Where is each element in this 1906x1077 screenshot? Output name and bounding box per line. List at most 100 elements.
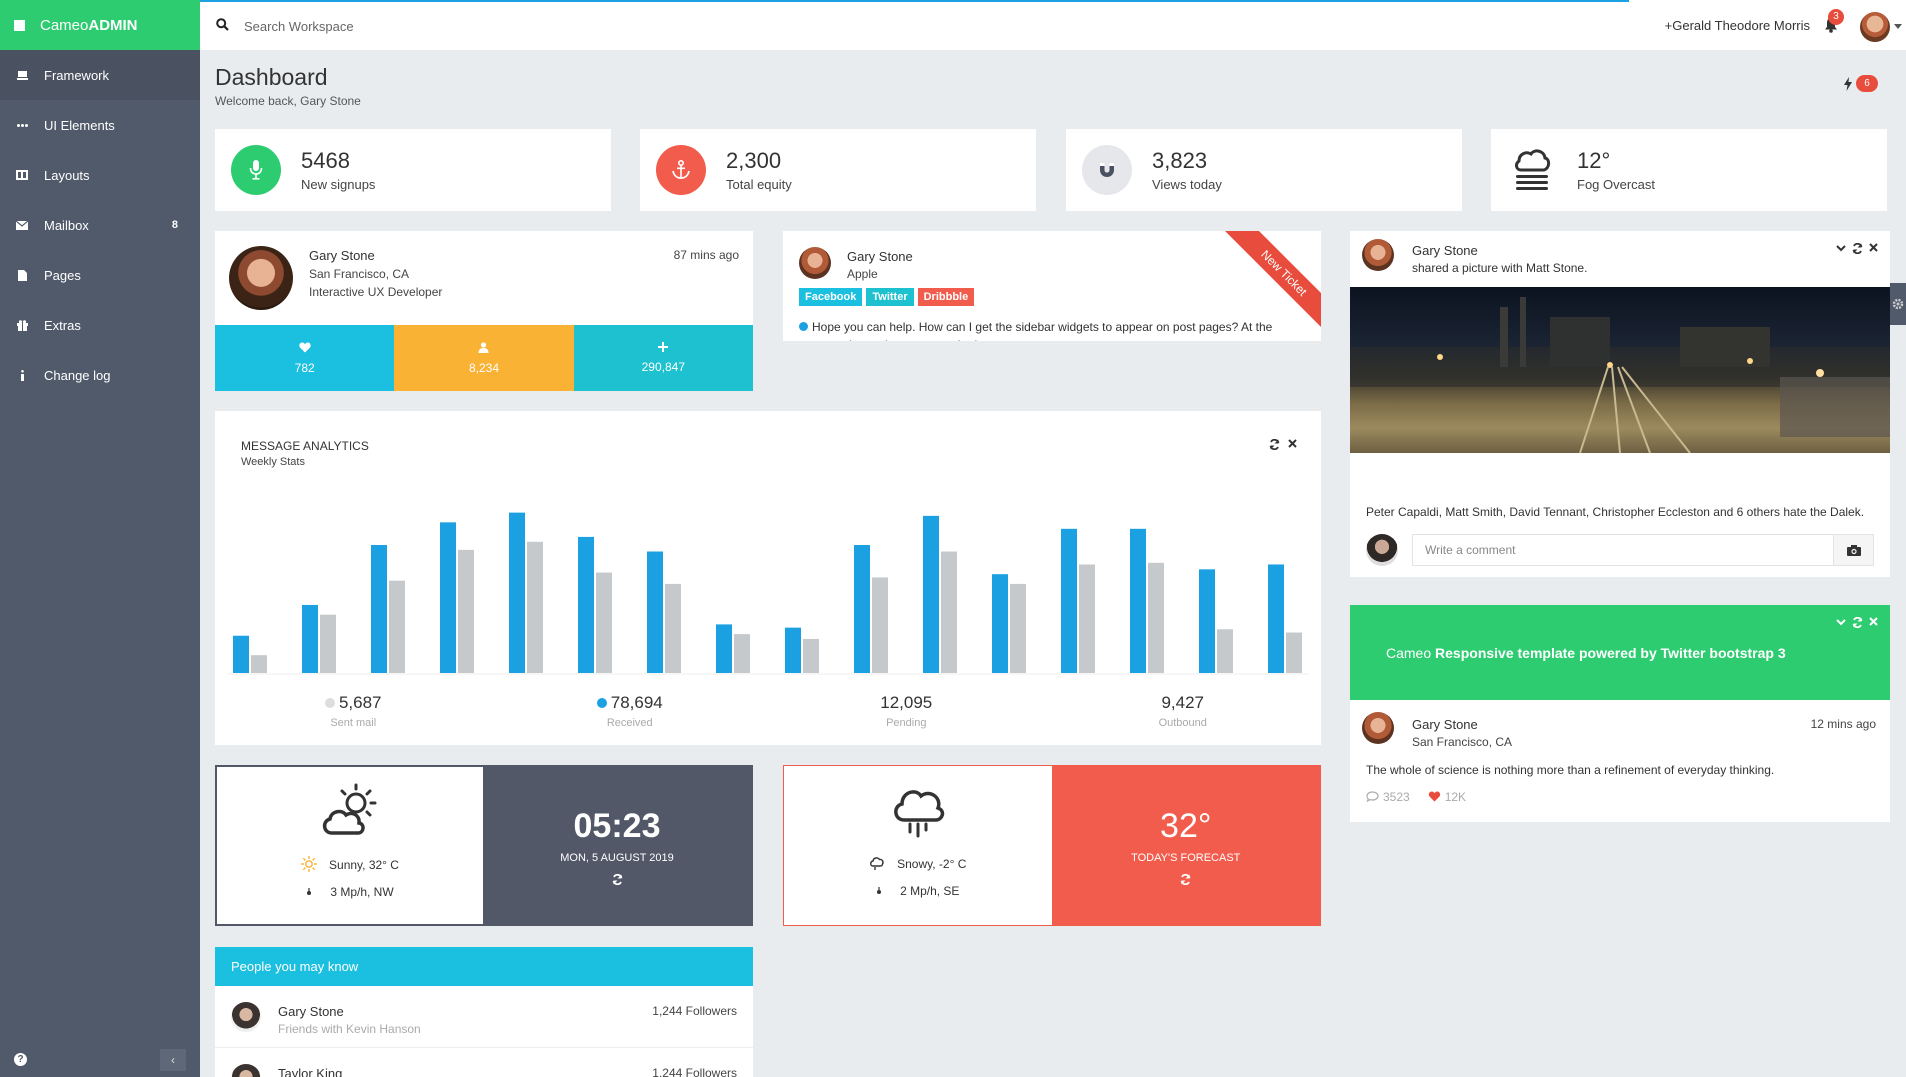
- search-input[interactable]: [244, 14, 544, 38]
- sidebar-item-layouts[interactable]: Layouts: [0, 150, 200, 200]
- stat-value: 3,823: [1152, 148, 1208, 173]
- file-icon: [16, 269, 28, 281]
- people-you-may-know-card: People you may know Gary Stone Friends w…: [215, 947, 753, 1077]
- sidebar-item-framework[interactable]: Framework: [0, 50, 200, 100]
- help-icon[interactable]: ?: [14, 1053, 27, 1066]
- list-item[interactable]: Gary Stone Friends with Kevin Hanson 1,2…: [215, 986, 753, 1048]
- settings-gear-icon[interactable]: [1890, 283, 1906, 325]
- weather-clock-card: Sunny, 32° C 3 Mp/h, NW 05:23 MON, 5 AUG…: [215, 765, 753, 926]
- partly-sunny-icon: [217, 781, 483, 846]
- likes-value: 12K: [1444, 790, 1467, 804]
- refresh-icon[interactable]: [612, 873, 623, 885]
- stat-card-equity: 2,300 Total equity: [640, 129, 1036, 211]
- profile-name[interactable]: Gary Stone: [309, 248, 375, 263]
- person-sub: Friends with Kevin Hanson: [278, 1022, 421, 1036]
- likes-count[interactable]: 12K: [1428, 790, 1466, 804]
- profile-stats: 782 8,234 290,847: [215, 325, 753, 391]
- sidebar-item-ui-elements[interactable]: UI Elements: [0, 100, 200, 150]
- photo-post-card: Gary Stone shared a picture with Matt St…: [1350, 231, 1890, 577]
- weather-condition-text: Snowy, -2° C: [897, 857, 967, 871]
- sidebar-item-mailbox[interactable]: Mailbox 8: [0, 200, 200, 250]
- logo-square-icon: [14, 19, 25, 31]
- chart-bar-series0-8: [785, 627, 801, 673]
- wind-icon: [307, 888, 312, 895]
- user-icon: [478, 341, 489, 353]
- summary-outbound: 9,427 Outbound: [1045, 676, 1322, 745]
- person-name[interactable]: Taylor King: [278, 1066, 342, 1077]
- refresh-icon[interactable]: [1180, 873, 1191, 885]
- user-avatar[interactable]: [1860, 12, 1890, 42]
- camera-button[interactable]: [1834, 534, 1874, 566]
- sidebar-item-pages[interactable]: Pages: [0, 250, 200, 300]
- comment-input[interactable]: [1412, 534, 1834, 566]
- forecast-panel: 32° TODAY'S FORECAST: [1051, 766, 1320, 925]
- close-icon[interactable]: [1869, 243, 1878, 252]
- post-photo[interactable]: [1350, 287, 1890, 453]
- sidebar-item-label: Pages: [44, 267, 81, 283]
- quote-author[interactable]: Gary Stone: [1412, 717, 1478, 732]
- quote-avatar[interactable]: [1362, 712, 1394, 744]
- followers-value: 8,234: [468, 360, 499, 375]
- microphone-icon: [231, 145, 281, 195]
- summary-sent: 5,687 Sent mail: [215, 676, 492, 745]
- forecast-label: TODAY'S FORECAST: [1131, 851, 1241, 864]
- sidebar-item-change-log[interactable]: Change log: [0, 350, 200, 400]
- views-value: 290,847: [641, 360, 686, 374]
- avatar[interactable]: [231, 1064, 261, 1077]
- likes-stat[interactable]: 782: [215, 325, 395, 391]
- chevron-down-icon[interactable]: [1894, 24, 1902, 29]
- profile-avatar[interactable]: [229, 246, 293, 310]
- avatar[interactable]: [231, 1002, 261, 1032]
- anchor-icon: [656, 145, 706, 195]
- brand-prefix: Cameo: [40, 16, 89, 34]
- chart-bar-series0-2: [371, 545, 387, 673]
- search-icon: [216, 18, 229, 31]
- close-icon[interactable]: [1869, 617, 1878, 626]
- summary-label: Received: [606, 716, 653, 729]
- followers-stat[interactable]: 8,234: [394, 325, 574, 391]
- wind-icon: [877, 887, 882, 894]
- chart-bar-series0-10: [923, 515, 939, 673]
- chevron-down-icon[interactable]: [1836, 243, 1846, 253]
- post-author[interactable]: Gary Stone: [1412, 243, 1478, 258]
- tag-facebook[interactable]: Facebook: [799, 288, 863, 306]
- tag-twitter[interactable]: Twitter: [866, 288, 914, 306]
- laptop-icon: [16, 69, 28, 81]
- quote-location: San Francisco, CA: [1412, 735, 1513, 749]
- likes-value: 782: [294, 360, 315, 375]
- collapse-sidebar-button[interactable]: ‹: [160, 1049, 186, 1071]
- sun-icon: [301, 856, 318, 872]
- ticket-message: Hope you can help. How can I get the sid…: [799, 318, 1309, 341]
- sidebar-item-label: Change log: [44, 367, 111, 383]
- stat-card-weather: 12° Fog Overcast: [1491, 129, 1887, 211]
- views-stat[interactable]: 290,847: [573, 325, 753, 391]
- comment-row: [1366, 534, 1874, 566]
- post-avatar[interactable]: [1362, 239, 1394, 271]
- brand-logo[interactable]: Cameo ADMIN: [0, 0, 200, 50]
- list-item[interactable]: Taylor King 1,244 Followers: [215, 1048, 753, 1077]
- mailbox-count-badge: 8: [171, 219, 178, 231]
- ticket-avatar[interactable]: [799, 247, 831, 279]
- comment-icon: [1366, 791, 1379, 803]
- refresh-icon[interactable]: [1852, 617, 1863, 628]
- notification-badge: 3: [1828, 9, 1844, 25]
- refresh-icon[interactable]: [1852, 243, 1863, 254]
- quote-post-card: Gary Stone San Francisco, CA 12 mins ago…: [1350, 700, 1890, 822]
- promo-text: Cameo Responsive template powered by Twi…: [1386, 645, 1786, 661]
- sidebar-item-extras[interactable]: Extras: [0, 300, 200, 350]
- top-user-name[interactable]: +Gerald Theodore Morris: [1665, 18, 1810, 33]
- people-header: People you may know: [215, 947, 753, 986]
- bolt-icon[interactable]: [1844, 77, 1852, 91]
- weather-wind: 3 Mp/h, NW: [217, 885, 483, 899]
- chart-bar-series1-14: [1217, 629, 1233, 673]
- tag-dribbble[interactable]: Dribbble: [917, 288, 975, 306]
- chevron-down-icon[interactable]: [1836, 617, 1846, 627]
- stat-label: Total equity: [726, 177, 792, 192]
- sidebar: Cameo ADMIN Framework UI Elements Layouts…: [0, 0, 200, 1077]
- comments-count[interactable]: 3523: [1366, 790, 1410, 804]
- ticket-name[interactable]: Gary Stone: [847, 249, 913, 264]
- chart-bar-series0-1: [302, 604, 318, 673]
- person-name[interactable]: Gary Stone: [278, 1004, 344, 1019]
- chart-bar-series1-1: [320, 614, 336, 673]
- chart-bar-series1-3: [458, 549, 474, 673]
